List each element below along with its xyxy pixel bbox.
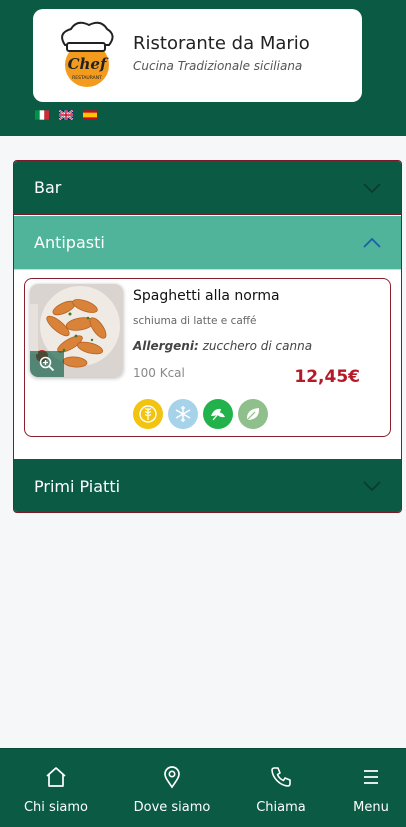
italy-flag-icon[interactable] xyxy=(35,110,49,120)
zoom-in-icon xyxy=(39,356,55,372)
nav-chi-siamo[interactable]: Chi siamo xyxy=(18,749,94,827)
chevron-down-icon xyxy=(363,481,381,492)
dish-allergens: Allergeni: zucchero di canna xyxy=(133,339,312,353)
allergens-label: Allergeni: xyxy=(133,339,199,353)
chevron-down-icon xyxy=(363,182,381,193)
menu-accordion: Bar Antipasti Spaghetti alla norma schiu… xyxy=(13,160,402,513)
allergens-value: zucchero di canna xyxy=(202,339,313,353)
category-label: Primi Piatti xyxy=(34,476,121,496)
category-primi-piatti-header[interactable]: Primi Piatti xyxy=(14,459,401,512)
restaurant-tagline: Cucina Tradizionale siciliana xyxy=(133,59,303,73)
dish-image[interactable] xyxy=(30,284,123,377)
bottom-nav: Chi siamo Dove siamo Chiama Menu xyxy=(0,748,406,827)
category-label: Antipasti xyxy=(34,233,105,252)
home-icon xyxy=(46,767,66,787)
uk-flag-icon[interactable] xyxy=(59,110,73,120)
vegan-leaves-icon xyxy=(203,399,233,429)
vegetarian-leaf-icon xyxy=(238,399,268,429)
spain-flag-icon[interactable] xyxy=(83,110,97,120)
nav-label: Chiama xyxy=(256,800,306,815)
logo-text: Chef xyxy=(68,55,109,73)
category-antipasti-header[interactable]: Antipasti xyxy=(14,216,401,270)
brand-card: Chef RESTAURANT Ristorante da Mario Cuci… xyxy=(33,9,362,102)
nav-label: Chi siamo xyxy=(23,800,89,815)
dish-badges xyxy=(133,399,268,429)
logo-subtext: RESTAURANT xyxy=(72,75,102,81)
hamburger-menu-icon xyxy=(364,770,378,784)
dish-description: schiuma di latte e caffé xyxy=(133,315,257,327)
dish-price: 12,45€ xyxy=(294,367,360,387)
nav-dove-siamo[interactable]: Dove siamo xyxy=(130,749,214,827)
location-pin-icon xyxy=(164,766,180,789)
frozen-snowflake-icon xyxy=(168,399,198,429)
nav-menu[interactable]: Menu xyxy=(346,749,396,827)
phone-icon xyxy=(271,767,291,787)
chevron-up-icon xyxy=(363,237,381,248)
category-bar-header[interactable]: Bar xyxy=(14,161,401,215)
restaurant-name: Ristorante da Mario xyxy=(133,33,310,54)
dish-kcal: 100 Kcal xyxy=(133,366,185,380)
gluten-free-icon xyxy=(133,399,163,429)
nav-label: Dove siamo xyxy=(133,800,211,815)
dish-title: Spaghetti alla norma xyxy=(133,288,280,304)
chef-logo-icon: Chef RESTAURANT xyxy=(61,21,114,87)
dish-card[interactable]: Spaghetti alla norma schiuma di latte e … xyxy=(24,278,391,437)
zoom-button[interactable] xyxy=(30,351,64,377)
nav-label: Menu xyxy=(353,800,389,815)
language-selector xyxy=(35,110,97,120)
category-label: Bar xyxy=(34,178,62,197)
nav-chiama[interactable]: Chiama xyxy=(250,749,312,827)
header: Chef RESTAURANT Ristorante da Mario Cuci… xyxy=(0,0,406,136)
